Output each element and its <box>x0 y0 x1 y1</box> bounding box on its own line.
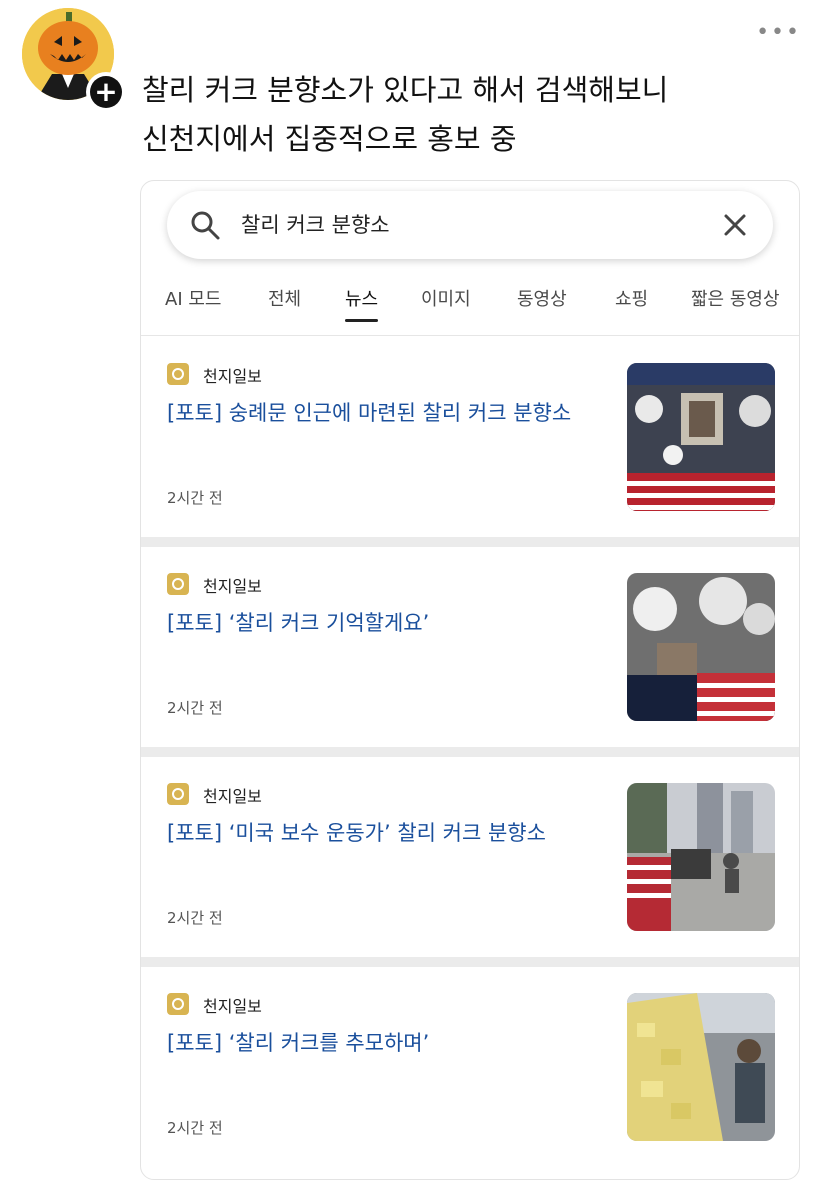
news-thumbnail[interactable] <box>627 783 775 931</box>
tab-shopping[interactable]: 쇼핑 <box>615 285 648 311</box>
post-text-line2: 신천지에서 집중적으로 홍보 중 <box>142 122 517 156</box>
tab-all[interactable]: 전체 <box>268 285 301 311</box>
search-icon <box>189 209 221 245</box>
post-text-line1: 찰리 커크 분향소가 있다고 해서 검색해보니 <box>142 73 669 107</box>
news-headline[interactable]: [포토] ‘찰리 커크 기억할게요’ <box>167 607 587 640</box>
news-result[interactable]: 천지일보 [포토] ‘미국 보수 운동가’ 찰리 커크 분향소 2시간 전 <box>141 757 799 957</box>
source-logo-icon <box>167 363 189 385</box>
active-tab-indicator <box>345 319 379 322</box>
news-headline[interactable]: [포토] ‘미국 보수 운동가’ 찰리 커크 분향소 <box>167 817 587 850</box>
post-text: 찰리 커크 분향소가 있다고 해서 검색해보니 신천지에서 집중적으로 홍보 중 <box>142 66 802 164</box>
search-bar[interactable]: 찰리 커크 분향소 <box>167 191 773 259</box>
result-divider <box>141 537 799 547</box>
source-name: 천지일보 <box>203 577 262 596</box>
news-result[interactable]: 천지일보 [포토] ‘찰리 커크 기억할게요’ 2시간 전 <box>141 547 799 747</box>
source-logo-icon <box>167 993 189 1015</box>
source-name: 천지일보 <box>203 787 262 806</box>
news-result[interactable]: 천지일보 [포토] 숭례문 인근에 마련된 찰리 커크 분향소 2시간 전 <box>141 337 799 537</box>
more-options-icon[interactable]: ••• <box>756 20 801 45</box>
source-name: 천지일보 <box>203 367 262 386</box>
tab-images[interactable]: 이미지 <box>421 285 471 311</box>
result-divider <box>141 957 799 967</box>
tab-short-videos[interactable]: 짧은 동영상 <box>691 285 780 311</box>
tab-ai-mode[interactable]: AI 모드 <box>165 285 221 311</box>
news-headline[interactable]: [포토] ‘찰리 커크를 추모하며’ <box>167 1027 587 1060</box>
search-query-text[interactable]: 찰리 커크 분향소 <box>241 209 390 239</box>
tab-videos[interactable]: 동영상 <box>517 285 567 311</box>
news-thumbnail[interactable] <box>627 363 775 511</box>
clear-search-icon[interactable] <box>723 213 747 241</box>
tab-news[interactable]: 뉴스 <box>345 285 379 322</box>
news-time: 2시간 전 <box>167 909 223 927</box>
news-time: 2시간 전 <box>167 1119 223 1137</box>
source-logo-icon <box>167 573 189 595</box>
search-result-card: 찰리 커크 분향소 AI 모드 전체 뉴스 이미지 동영상 쇼핑 짧은 동영상 … <box>140 180 800 1180</box>
news-result[interactable]: 천지일보 [포토] ‘찰리 커크를 추모하며’ 2시간 전 <box>141 967 799 1167</box>
source-name: 천지일보 <box>203 997 262 1016</box>
source-logo-icon <box>167 783 189 805</box>
follow-button[interactable]: + <box>86 72 126 112</box>
news-thumbnail[interactable] <box>627 573 775 721</box>
news-headline[interactable]: [포토] 숭례문 인근에 마련된 찰리 커크 분향소 <box>167 397 587 430</box>
news-thumbnail[interactable] <box>627 993 775 1141</box>
search-tabs: AI 모드 전체 뉴스 이미지 동영상 쇼핑 짧은 동영상 <box>141 279 799 336</box>
result-divider <box>141 747 799 757</box>
news-time: 2시간 전 <box>167 489 223 507</box>
plus-icon: + <box>90 76 122 108</box>
news-time: 2시간 전 <box>167 699 223 717</box>
